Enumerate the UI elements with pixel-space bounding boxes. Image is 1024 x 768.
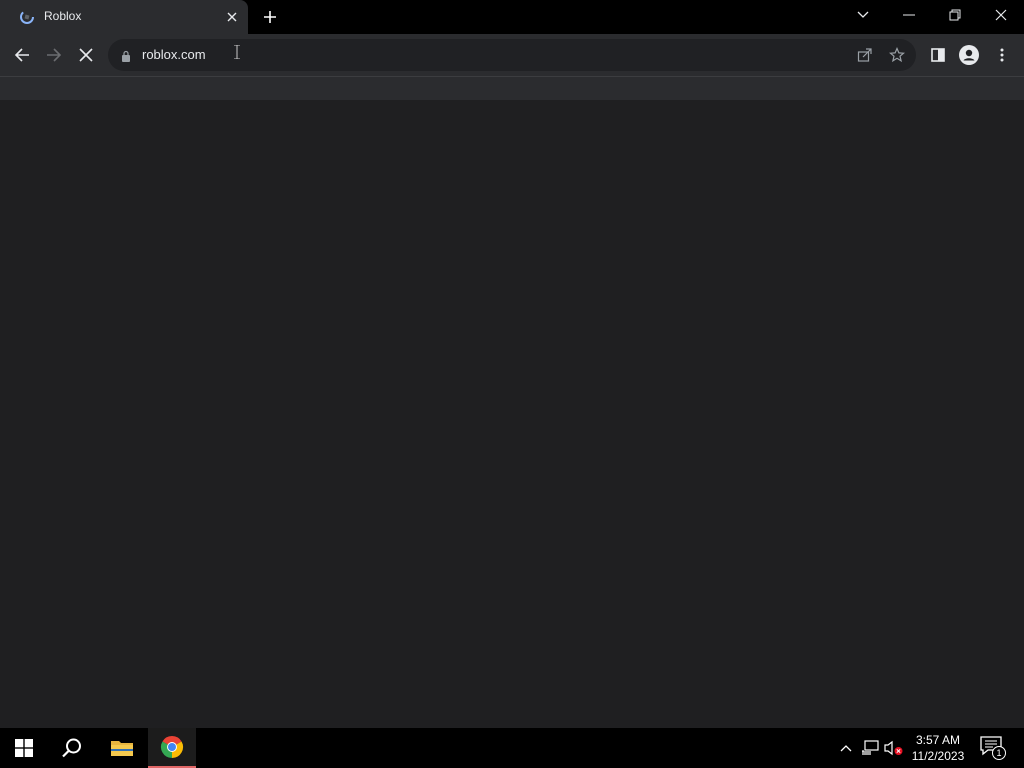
browser-toolbar: roblox.com xyxy=(0,34,1024,76)
share-icon[interactable] xyxy=(856,46,874,64)
screen: Roblox roblox.com 3:57 AM 11/2/2023 1 xyxy=(0,0,1024,768)
lock-icon[interactable] xyxy=(120,49,132,62)
search-icon xyxy=(62,738,81,758)
start-button[interactable] xyxy=(0,728,48,768)
close-icon[interactable] xyxy=(223,8,241,26)
profile-icon[interactable] xyxy=(959,45,979,65)
side-panel-icon[interactable] xyxy=(928,45,948,65)
restore-icon[interactable] xyxy=(942,4,968,26)
windows-icon xyxy=(15,739,33,757)
text-cursor-icon xyxy=(234,44,240,60)
clock-time: 3:57 AM xyxy=(915,733,961,747)
arrow-right-icon xyxy=(47,48,62,62)
chevron-up-icon[interactable] xyxy=(836,738,856,758)
chrome-icon xyxy=(160,736,184,758)
tab-title: Roblox xyxy=(44,9,82,23)
clock-date: 11/2/2023 xyxy=(911,749,965,763)
stop-icon xyxy=(79,48,93,62)
tab-strip: Roblox xyxy=(0,0,1024,34)
close-window-icon[interactable] xyxy=(988,4,1014,26)
folder-icon xyxy=(111,741,133,756)
back-button[interactable] xyxy=(10,43,34,67)
page-content xyxy=(0,100,1024,728)
minimize-icon[interactable] xyxy=(896,4,922,26)
chevron-down-icon[interactable] xyxy=(850,4,876,26)
stop-button[interactable] xyxy=(74,43,98,67)
notification-icon[interactable]: 1 xyxy=(980,736,1006,760)
star-icon[interactable] xyxy=(888,46,906,64)
plus-icon[interactable] xyxy=(260,7,280,27)
volume-muted-icon[interactable] xyxy=(884,738,904,758)
arrow-left-icon xyxy=(14,48,29,62)
file-explorer-button[interactable] xyxy=(98,728,146,768)
browser-tab-roblox[interactable]: Roblox xyxy=(0,0,248,34)
roblox-loading-icon xyxy=(19,9,35,25)
notification-count-badge: 1 xyxy=(992,746,1006,760)
kebab-menu-icon[interactable] xyxy=(992,45,1012,65)
url-text[interactable]: roblox.com xyxy=(142,47,206,62)
search-button[interactable] xyxy=(48,728,96,768)
address-bar[interactable]: roblox.com xyxy=(108,39,916,71)
network-icon[interactable] xyxy=(860,738,880,758)
forward-button[interactable] xyxy=(42,43,66,67)
windows-taskbar: 3:57 AM 11/2/2023 1 xyxy=(0,728,1024,768)
bookmarks-bar xyxy=(0,76,1024,100)
chrome-taskbar-button[interactable] xyxy=(148,728,196,768)
system-clock[interactable]: 3:57 AM 11/2/2023 xyxy=(906,732,970,764)
